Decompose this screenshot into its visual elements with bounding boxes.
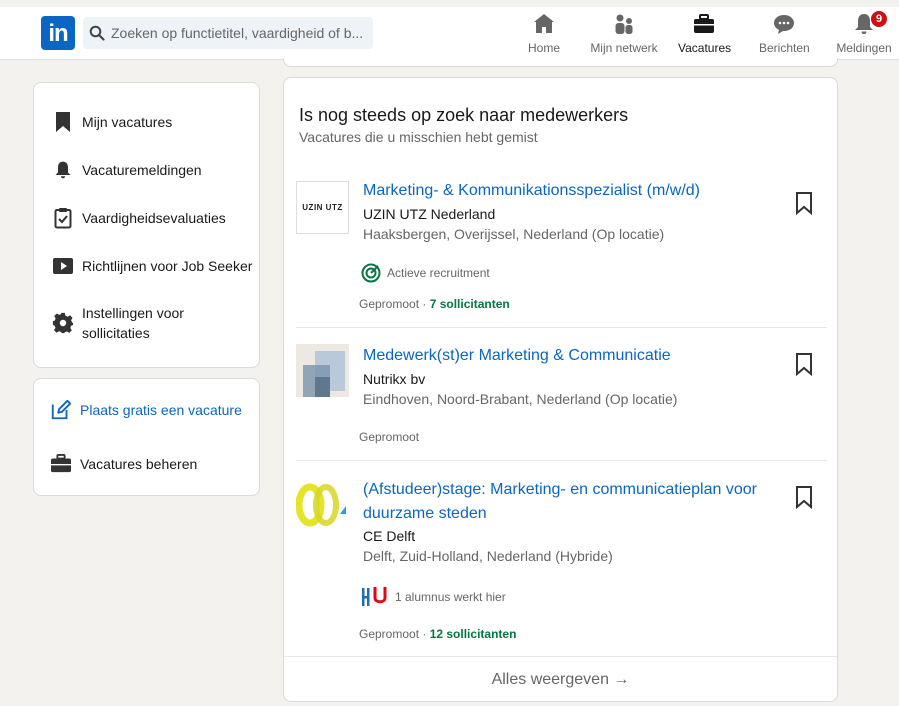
nav-messaging-label: Berichten [759,41,810,55]
manage-jobs-label: Vacatures beheren [80,456,198,472]
jobs-actions-card: Plaats gratis een vacature Vacatures beh… [33,378,260,496]
nav-my-network[interactable]: Mijn netwerk [589,12,659,58]
notification-count-badge: 9 [871,11,887,27]
video-play-icon [53,258,73,274]
ce-delft-logo [295,483,346,527]
job-location: Eindhoven, Noord-Brabant, Nederland (Op … [363,391,678,407]
save-job-bookmark-icon[interactable] [792,352,816,376]
job-title-link[interactable]: (Afstudeer)stage: Marketing- en communic… [363,478,763,526]
company-logo [295,478,349,531]
job-insight: Actieve recruitment [361,263,490,283]
previous-card-edge [283,58,838,67]
insight-text: Actieve recruitment [387,266,490,280]
nav-jobs[interactable]: Vacatures [664,12,743,66]
applicants-count: 7 sollicitanten [429,297,510,311]
manage-jobs-link[interactable]: Vacatures beheren [50,453,197,475]
section-subtitle: Vacatures die u misschien hebt gemist [299,129,538,145]
job-card[interactable]: Medewerk(st)er Marketing & Communicatie … [296,344,828,454]
briefcase-icon [51,454,71,473]
top-navigation: in Home Mijn netwerk Vacatures Berichten… [0,0,899,66]
save-job-bookmark-icon[interactable] [792,485,816,509]
company-name: CE Delft [363,528,416,544]
nav-my-network-label: Mijn netwerk [590,41,658,55]
job-footer: Gepromoot [359,430,419,444]
nav-messaging[interactable]: Berichten [759,12,810,58]
job-footer: Gepromoot · 7 sollicitanten [359,297,510,311]
sidebar-item-label: Mijn vacatures [82,114,173,130]
company-name: UZIN UTZ Nederland [363,206,496,222]
promoted-label: Gepromoot [359,297,420,311]
post-job-link[interactable]: Plaats gratis een vacature [50,399,242,421]
insight-text: 1 alumnus werkt hier [395,590,506,604]
network-icon [615,14,633,34]
bell-icon [55,161,71,179]
nav-home-label: Home [527,41,560,55]
applicants-count: 12 sollicitanten [429,627,517,641]
nav-notifications-label: Meldingen [836,41,892,55]
sidebar-item-label: Richtlijnen voor Job Seeker [82,258,253,274]
jobs-sidebar-menu: Mijn vacatures Vacaturemeldingen Vaardig… [33,82,260,368]
promoted-label: Gepromoot [359,430,420,444]
section-title: Is nog steeds op zoek naar medewerkers [299,105,629,125]
bookmark-icon [56,112,70,132]
job-title-link[interactable]: Medewerk(st)er Marketing & Communicatie [363,344,763,368]
nav-home[interactable]: Home [527,12,561,58]
sidebar-item-job-alerts[interactable]: Vacaturemeldingen [52,159,202,181]
job-card[interactable]: (Afstudeer)stage: Marketing- en communic… [295,478,828,648]
edit-icon [51,399,72,420]
home-icon [534,14,554,33]
divider [296,460,827,461]
search-input[interactable] [111,17,369,49]
company-logo: UZIN UTZ [296,181,349,234]
clipboard-check-icon [54,208,72,229]
sidebar-item-skill-assessments[interactable]: Vaardigheidsevaluaties [52,207,226,229]
job-title-link[interactable]: Marketing- & Kommunikationsspezialist (m… [363,179,763,203]
company-logo [296,344,349,397]
gear-icon [52,312,74,334]
sidebar-item-my-jobs[interactable]: Mijn vacatures [52,111,172,133]
sidebar-item-label: Vacaturemeldingen [82,162,202,178]
job-location: Haaksbergen, Overijssel, Nederland (Op l… [363,226,665,242]
show-all-button[interactable]: Alles weergeven → [284,656,837,701]
job-location: Delft, Zuid-Holland, Nederland (Hybride) [363,548,613,564]
jobs-still-hiring-card: Is nog steeds op zoek naar medewerkers V… [283,77,838,702]
nav-jobs-label: Vacatures [678,41,732,55]
company-name: Nutrikx bv [363,371,426,387]
nav-notifications[interactable]: 9 Meldingen [835,11,893,58]
search-box[interactable] [83,17,373,49]
sidebar-item-application-settings[interactable]: Instellingen voor sollicitaties [52,303,252,343]
search-icon [89,25,105,41]
divider [296,327,827,328]
job-card[interactable]: UZIN UTZ Marketing- & Kommunikationsspez… [296,181,828,321]
sidebar-item-job-seeker-guidance[interactable]: Richtlijnen voor Job Seeker [52,255,252,277]
post-job-label: Plaats gratis een vacature [80,402,242,418]
company-logo-text: UZIN UTZ [302,203,343,212]
save-job-bookmark-icon[interactable] [792,191,816,215]
job-insight: 1 alumnus werkt hier [361,586,506,608]
target-icon [361,263,381,283]
promoted-label: Gepromoot [359,627,420,641]
job-footer: Gepromoot · 12 sollicitanten [359,627,517,641]
school-logo-icon [362,587,387,606]
sidebar-item-label: Instellingen voor sollicitaties [82,305,184,341]
sidebar-item-label: Vaardigheidsevaluaties [82,210,226,226]
linkedin-logo[interactable]: in [41,16,75,50]
briefcase-icon [693,14,714,33]
messaging-icon [774,15,794,34]
